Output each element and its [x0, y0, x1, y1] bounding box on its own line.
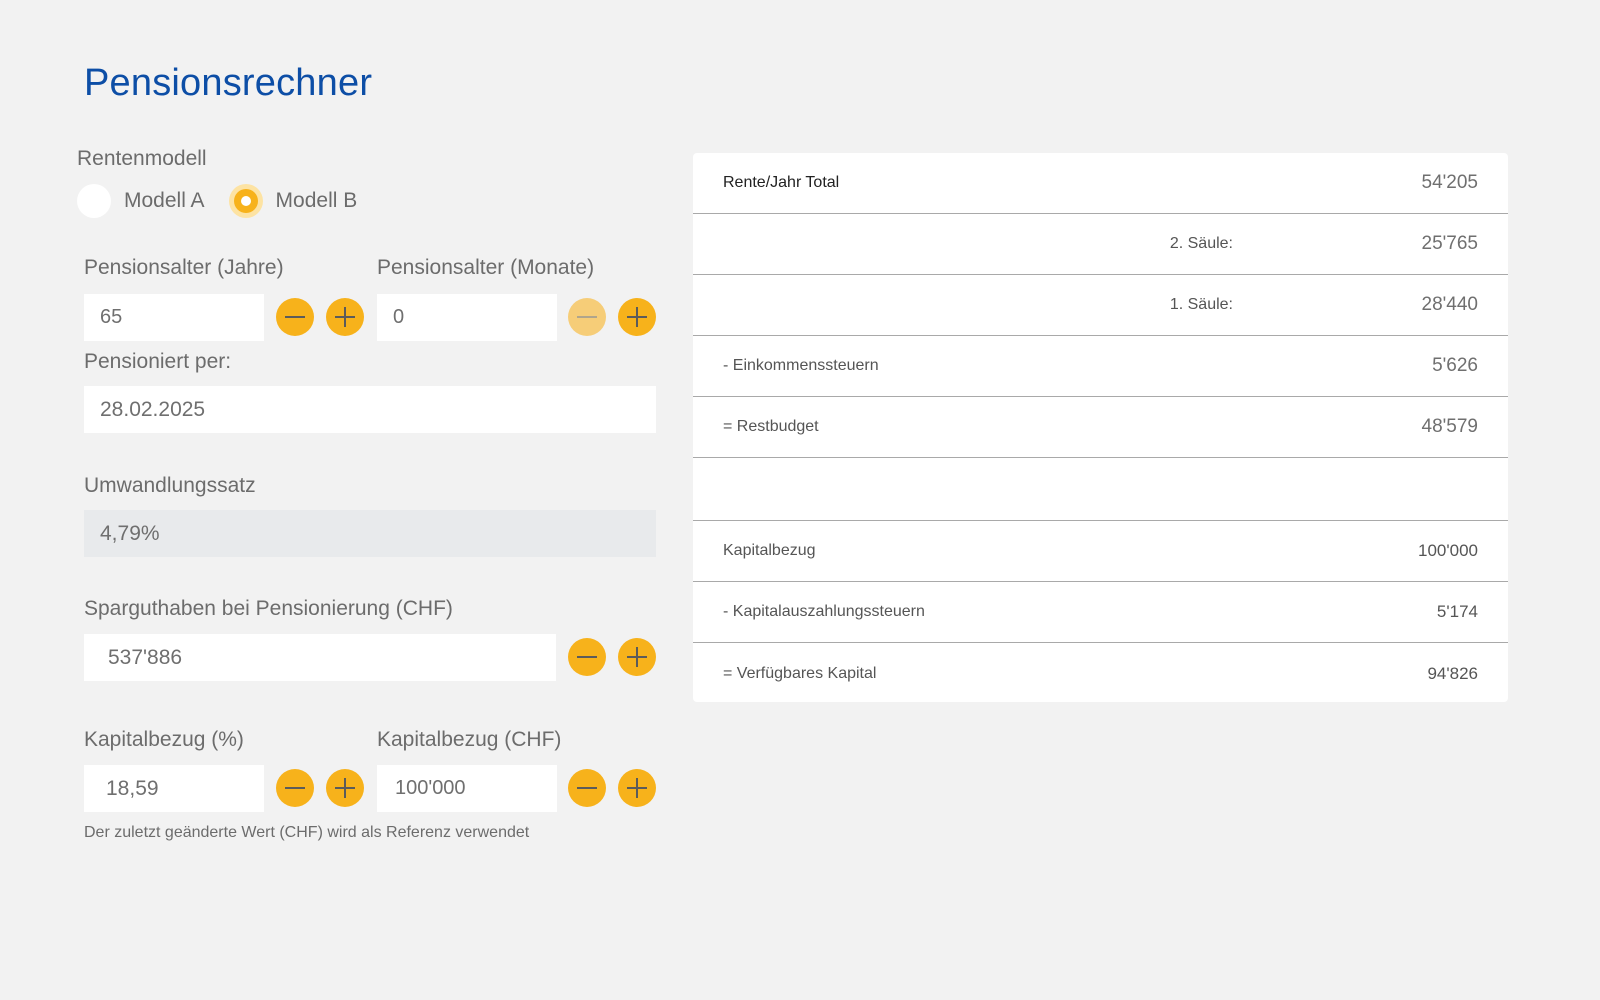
sparguthaben-label: Sparguthaben bei Pensionierung (CHF) [84, 597, 453, 620]
radio-modell-a-label: Modell A [124, 189, 205, 212]
sparguthaben-decrement-button[interactable] [568, 638, 606, 676]
minus-icon [577, 656, 597, 658]
result-row-restbudget: = Restbudget 48'579 [693, 397, 1508, 458]
kapitalbezug-chf-increment-button[interactable] [618, 769, 656, 807]
pensioniert-per-date-input[interactable]: 28.02.2025 [84, 386, 656, 433]
sparguthaben-increment-button[interactable] [618, 638, 656, 676]
minus-icon [285, 316, 305, 318]
pensioniert-per-label: Pensioniert per: [84, 350, 232, 373]
umwandlungssatz-label: Umwandlungssatz [84, 474, 256, 497]
result-value: 28'440 [1421, 294, 1478, 315]
kapitalbezug-pct-label: Kapitalbezug (%) [84, 728, 244, 751]
result-row-verfuegbares-kapital: = Verfügbares Kapital 94'826 [693, 643, 1508, 702]
result-value: 5'174 [1436, 602, 1478, 621]
radio-modell-a[interactable]: Modell A [77, 184, 205, 218]
radio-modell-b[interactable]: Modell B [228, 184, 358, 218]
pensionsalter-jahre-decrement-button[interactable] [276, 298, 314, 336]
pensionsalter-jahre-increment-button[interactable] [326, 298, 364, 336]
pensionsalter-jahre-input[interactable]: 65 [84, 294, 264, 341]
result-label: - Einkommenssteuern [723, 357, 879, 374]
result-label: Kapitalbezug [723, 542, 816, 559]
result-label: - Kapitalauszahlungssteuern [723, 603, 925, 620]
result-row-saeule-2: 2. Säule: 25'765 [693, 214, 1508, 275]
kapitalbezug-pct-increment-button[interactable] [326, 769, 364, 807]
rentenmodell-label: Rentenmodell [77, 147, 207, 170]
result-row-kapitalauszahlungssteuern: - Kapitalauszahlungssteuern 5'174 [693, 582, 1508, 643]
kapitalbezug-pct-input[interactable]: 18,59 [84, 765, 264, 812]
kapitalbezug-chf-label: Kapitalbezug (CHF) [377, 728, 562, 751]
pension-calculator-page: Pensionsrechner Rentenmodell Modell A Mo… [0, 0, 1600, 1000]
result-label: Rente/Jahr Total [723, 174, 840, 191]
pensionsalter-monate-input[interactable]: 0 [377, 294, 557, 341]
result-sub-label: 1. Säule: [1169, 296, 1233, 313]
umwandlungssatz-value: 4,79% [84, 510, 656, 557]
result-label: = Restbudget [723, 418, 819, 435]
minus-icon [285, 787, 305, 789]
minus-icon [577, 316, 597, 318]
result-value: 5'626 [1432, 355, 1478, 376]
result-row-rente-total: Rente/Jahr Total 54'205 [693, 153, 1508, 214]
reference-hint-text: Der zuletzt geänderte Wert (CHF) wird al… [84, 824, 530, 841]
results-table: Rente/Jahr Total 54'205 2. Säule: 25'765… [693, 153, 1508, 702]
radio-circle-unchecked[interactable] [77, 184, 111, 218]
result-value: 25'765 [1421, 233, 1478, 254]
pensionsalter-monate-decrement-button[interactable] [568, 298, 606, 336]
result-value: 54'205 [1421, 172, 1478, 193]
result-value: 94'826 [1427, 663, 1478, 683]
result-row-saeule-1: 1. Säule: 28'440 [693, 275, 1508, 336]
minus-icon [577, 787, 597, 789]
radio-circle-checked[interactable] [228, 184, 263, 218]
result-label: = Verfügbares Kapital [723, 664, 877, 682]
kapitalbezug-pct-decrement-button[interactable] [276, 769, 314, 807]
pensionsalter-monate-increment-button[interactable] [618, 298, 656, 336]
result-value: 100'000 [1418, 541, 1478, 560]
pensionsalter-monate-label: Pensionsalter (Monate) [377, 256, 595, 279]
result-sub-label: 2. Säule: [1169, 235, 1233, 252]
page-title: Pensionsrechner [84, 62, 373, 104]
kapitalbezug-chf-input[interactable]: 100'000 [377, 765, 557, 812]
sparguthaben-input[interactable]: 537'886 [84, 634, 556, 681]
result-value: 48'579 [1421, 416, 1478, 437]
rentenmodell-radio-group: Modell A Modell B [77, 184, 381, 218]
result-row-einkommenssteuern: - Einkommenssteuern 5'626 [693, 336, 1508, 397]
result-row-spacer [693, 458, 1508, 521]
result-row-kapitalbezug: Kapitalbezug 100'000 [693, 521, 1508, 582]
kapitalbezug-chf-decrement-button[interactable] [568, 769, 606, 807]
pensionsalter-jahre-label: Pensionsalter (Jahre) [84, 256, 284, 279]
radio-modell-b-label: Modell B [275, 189, 358, 212]
